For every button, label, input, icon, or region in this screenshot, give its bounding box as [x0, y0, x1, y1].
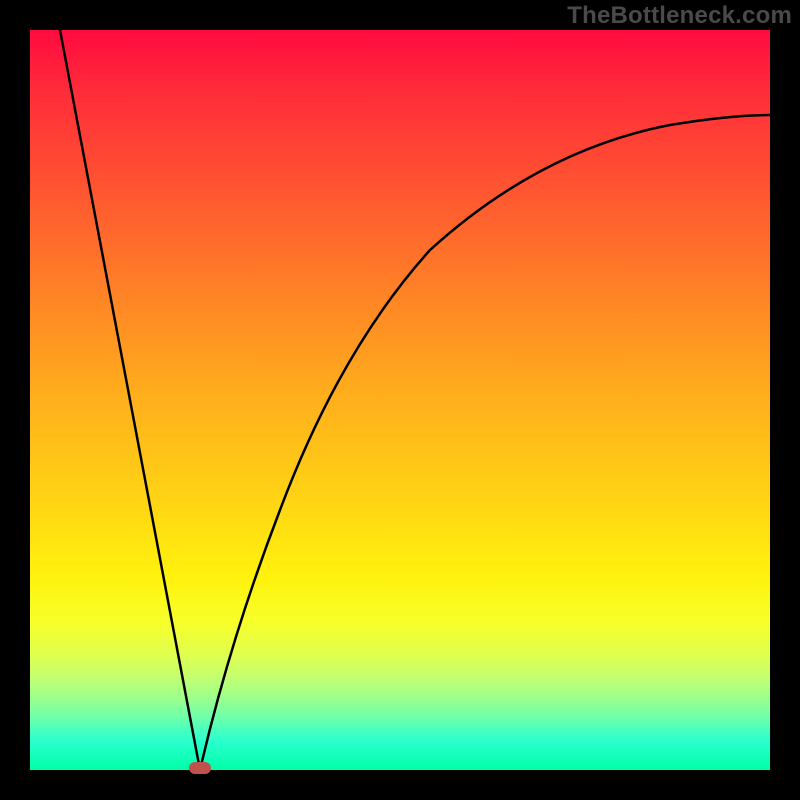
- curve-left-branch: [60, 30, 200, 770]
- chart-frame: TheBottleneck.com: [0, 0, 800, 800]
- watermark-text: TheBottleneck.com: [567, 2, 792, 30]
- optimal-point-marker: [189, 762, 211, 774]
- curve-right-branch: [200, 115, 770, 770]
- bottleneck-curve: [30, 30, 770, 770]
- plot-area: [30, 30, 770, 770]
